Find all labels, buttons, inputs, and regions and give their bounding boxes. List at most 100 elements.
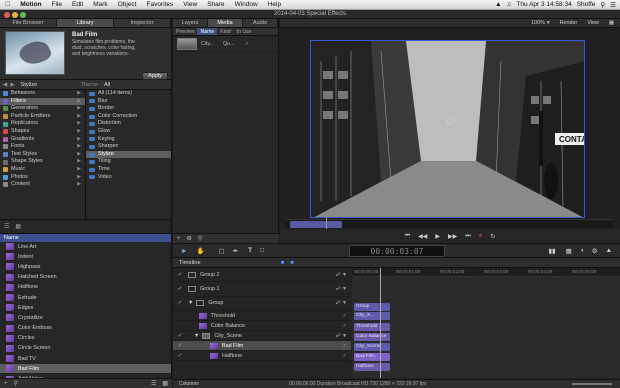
track-bar-group[interactable]: Group: [354, 303, 390, 311]
wifi-icon[interactable]: ▲: [495, 1, 501, 8]
search-icon[interactable]: ⚲: [600, 1, 605, 9]
category-item[interactable]: Replicators ▶: [0, 120, 85, 128]
subcategory-item[interactable]: Video: [86, 174, 171, 182]
category-item[interactable]: Gradients ▶: [0, 136, 85, 144]
list-item[interactable]: Circle Screen: [0, 344, 171, 355]
lock-icon[interactable]: ☍ ▼: [336, 272, 347, 278]
lock-icon[interactable]: ☍ ▼: [336, 286, 347, 292]
list-item[interactable]: Circles: [0, 334, 171, 344]
category-item[interactable]: Text Styles ▶: [0, 151, 85, 159]
category-item[interactable]: Photos ▶: [0, 174, 85, 182]
category-item[interactable]: Generators ▶: [0, 105, 85, 113]
track-bar-halftone[interactable]: Halftone: [354, 363, 390, 371]
mini-playhead[interactable]: [326, 216, 327, 229]
name-column-header[interactable]: Name: [0, 234, 171, 242]
category-item[interactable]: Music ▶: [0, 166, 85, 174]
list-item[interactable]: Indent: [0, 252, 171, 263]
theme-popup[interactable]: All: [104, 82, 110, 88]
layout-icon[interactable]: ▦: [609, 20, 614, 26]
volume-icon[interactable]: ♫: [507, 1, 512, 8]
checkbox-icon[interactable]: ✓: [343, 343, 347, 349]
lock-icon[interactable]: ☍ ▼: [336, 300, 347, 306]
column-in-use[interactable]: In Use: [234, 28, 255, 35]
column-preview[interactable]: Preview: [173, 28, 197, 35]
behaviors-icon[interactable]: ⚙: [592, 247, 598, 255]
tab-inspector[interactable]: Inspector: [114, 19, 171, 27]
notification-icon[interactable]: ☰: [610, 1, 616, 9]
subcategory-item[interactable]: Distortion: [86, 120, 171, 128]
timeline-row[interactable]: ✓ Group 1 ☍ ▼: [173, 282, 351, 297]
view-toggle-icon[interactable]: ■: [281, 260, 285, 266]
add-icon[interactable]: +: [4, 381, 8, 387]
go-to-end-icon[interactable]: ⏭: [465, 233, 470, 240]
forward-icon[interactable]: ▶▶: [448, 233, 457, 240]
record-icon[interactable]: ●: [479, 233, 483, 239]
track-bar-city-scene[interactable]: City_Scene: [354, 343, 390, 351]
add-object-icon[interactable]: ▦: [566, 247, 572, 255]
list-view-icon[interactable]: ☰: [4, 223, 9, 230]
timeline-row[interactable]: Threshold ✓: [173, 311, 351, 322]
subcategory-item[interactable]: Color Correction: [86, 113, 171, 121]
menu-window[interactable]: Window: [230, 1, 263, 8]
zoom-slider[interactable]: [572, 383, 612, 385]
filters-icon[interactable]: ◑: [580, 247, 584, 254]
timeline-ruler[interactable]: 00:00:00:00 00:00:01:00 00:00:02:00 00:0…: [352, 268, 620, 277]
menu-favorites[interactable]: Favorites: [141, 1, 178, 8]
menu-object[interactable]: Object: [113, 1, 142, 8]
audio-toggle-icon[interactable]: ■: [290, 260, 294, 266]
mask-tool-icon[interactable]: □: [260, 247, 264, 254]
back-icon[interactable]: ◀: [3, 82, 7, 88]
list-item[interactable]: Extrude: [0, 293, 171, 304]
anchor-point-icon[interactable]: [447, 117, 455, 125]
tab-file-browser[interactable]: File Browser: [0, 19, 57, 27]
subcategory-item[interactable]: Time: [86, 166, 171, 174]
list-item[interactable]: Edges: [0, 303, 171, 314]
list-item[interactable]: Halftone: [0, 283, 171, 293]
media-row[interactable]: City... Qu... ✓: [173, 36, 278, 52]
track-bar-color-balance[interactable]: Color Balance: [354, 333, 390, 341]
apple-menu[interactable]: : [0, 1, 15, 8]
checkbox-icon[interactable]: ✓: [343, 353, 347, 359]
menu-help[interactable]: Help: [263, 1, 286, 8]
tab-audio[interactable]: Audio: [243, 19, 278, 27]
share-icon[interactable]: ▲: [606, 247, 612, 254]
column-kind[interactable]: Kind: [217, 28, 233, 35]
subcategory-item[interactable]: Border: [86, 105, 171, 113]
go-to-start-icon[interactable]: ⏮: [405, 233, 410, 240]
list-item[interactable]: Line Art: [0, 242, 171, 253]
zoom-popup[interactable]: 100%: [531, 20, 545, 26]
settings-icon[interactable]: ⚙: [187, 235, 192, 242]
category-item[interactable]: Filters ▶: [0, 97, 85, 106]
list-item[interactable]: Hatched Screen: [0, 273, 171, 283]
column-name[interactable]: Name: [197, 28, 218, 35]
mini-timeline-clip[interactable]: [290, 221, 342, 228]
menu-motion[interactable]: Motion: [15, 1, 46, 8]
list-item[interactable]: Bad TV: [0, 354, 171, 365]
list-item[interactable]: Highpass: [0, 262, 171, 273]
subcategory-item[interactable]: All (114 items): [86, 90, 171, 98]
category-item[interactable]: Content ▶: [0, 181, 85, 189]
mini-timeline[interactable]: [286, 216, 614, 229]
subcategory-item[interactable]: Stylize: [86, 150, 171, 159]
track-bar-bad-film[interactable]: Bad Film: [354, 353, 390, 361]
timecode-display[interactable]: 00:00:03:07: [349, 245, 445, 257]
disclosure-triangle-icon[interactable]: ▼: [194, 333, 199, 339]
checkbox-icon[interactable]: ✓: [343, 323, 347, 329]
pen-tool-icon[interactable]: ✒: [233, 247, 238, 255]
loop-icon[interactable]: ↻: [490, 233, 495, 240]
checkbox-icon[interactable]: ✓: [176, 300, 184, 306]
timeline-row[interactable]: Color Balance ✓: [173, 321, 351, 332]
menu-edit[interactable]: Edit: [67, 1, 88, 8]
menu-share[interactable]: Share: [202, 1, 229, 8]
select-tool-icon[interactable]: ➤: [181, 247, 186, 255]
subcategory-item[interactable]: Keying: [86, 136, 171, 144]
forward-icon[interactable]: ▶: [10, 82, 14, 88]
rewind-icon[interactable]: ◀◀: [418, 233, 427, 240]
menubar-clock[interactable]: Thu Apr 3 14:58:34: [516, 1, 571, 8]
tab-library[interactable]: Library: [57, 19, 114, 27]
category-item[interactable]: Shape Styles ▶: [0, 158, 85, 166]
columns-label[interactable]: Columns: [179, 381, 289, 387]
category-item[interactable]: Fonts ▶: [0, 143, 85, 151]
menu-file[interactable]: File: [47, 1, 67, 8]
search-icon[interactable]: ⚲: [14, 380, 18, 387]
